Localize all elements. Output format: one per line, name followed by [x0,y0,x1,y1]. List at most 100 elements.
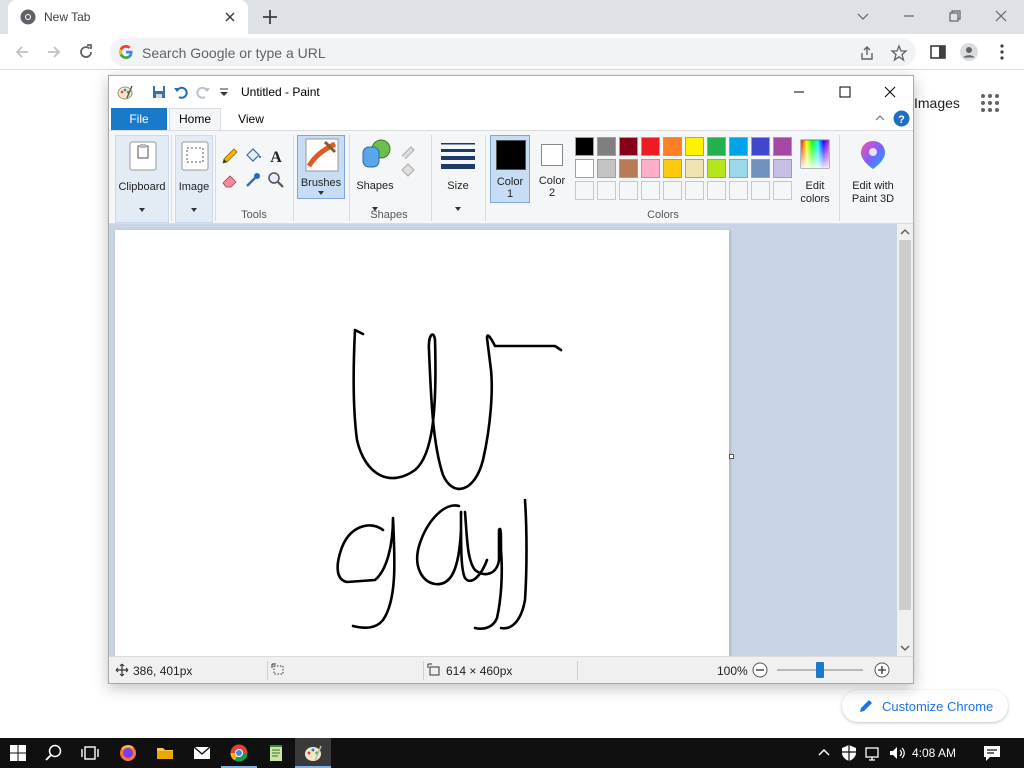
palette-swatch[interactable] [575,159,594,178]
palette-swatch[interactable] [729,159,748,178]
restore-button[interactable] [945,6,965,26]
size-button[interactable]: Size [437,135,479,223]
paint-taskbar-icon[interactable] [303,743,323,763]
share-icon[interactable] [858,44,876,62]
customize-qat-icon[interactable] [216,84,232,100]
custom-color-slot[interactable] [663,181,682,200]
tab-view[interactable]: View [225,108,277,130]
edit-with-paint3d-button[interactable]: Edit with Paint 3D [843,135,903,223]
tab-home[interactable]: Home [169,108,221,130]
firefox-icon[interactable] [118,743,138,763]
custom-color-slot[interactable] [773,181,792,200]
forward-button[interactable] [44,42,64,62]
custom-color-slot[interactable] [751,181,770,200]
palette-swatch[interactable] [751,137,770,156]
side-panel-icon[interactable] [928,42,948,62]
help-icon[interactable]: ? [893,110,910,127]
customize-chrome-button[interactable]: Customize Chrome [842,690,1008,722]
outline-icon[interactable] [399,141,417,159]
palette-swatch[interactable] [619,137,638,156]
scroll-down-icon[interactable] [900,643,910,653]
taskbar-clock[interactable]: 4:08 AM [912,746,956,760]
omnibox[interactable]: Search Google or type a URL [110,38,916,66]
profile-avatar-icon[interactable] [959,42,979,62]
palette-swatch[interactable] [663,159,682,178]
palette-swatch[interactable] [619,159,638,178]
custom-color-slot[interactable] [685,181,704,200]
minimize-ribbon-icon[interactable] [874,112,886,124]
color2-button[interactable]: Color 2 [533,135,571,203]
custom-color-slot[interactable] [619,181,638,200]
palette-swatch[interactable] [575,137,594,156]
vertical-scrollbar[interactable] [897,224,913,656]
images-link[interactable]: Images [914,95,960,111]
eraser-icon[interactable] [221,171,239,189]
custom-color-slot[interactable] [729,181,748,200]
palette-swatch[interactable] [641,159,660,178]
palette-swatch[interactable] [597,159,616,178]
scrollbar-thumb[interactable] [899,240,911,610]
zoom-slider-thumb[interactable] [816,662,824,678]
palette-swatch[interactable] [773,159,792,178]
chrome-taskbar-icon[interactable] [229,743,249,763]
new-tab-button[interactable] [260,7,280,27]
pencil-tool-icon[interactable] [221,147,239,165]
edit-colors-button[interactable]: Edit colors [795,135,835,223]
bookmark-star-icon[interactable] [890,44,908,62]
palette-swatch[interactable] [685,159,704,178]
color1-button[interactable]: Color 1 [490,135,530,203]
color-picker-icon[interactable] [244,171,262,189]
search-icon[interactable] [44,743,64,763]
palette-swatch[interactable] [707,137,726,156]
custom-color-slot[interactable] [597,181,616,200]
mail-icon[interactable] [192,743,212,763]
drawing-canvas[interactable] [115,230,729,656]
zoom-out-icon[interactable] [752,662,768,678]
apps-grid-icon[interactable] [980,93,1000,113]
text-tool-icon[interactable]: A [267,147,285,165]
more-menu-icon[interactable] [992,42,1012,62]
minimize-button[interactable] [899,6,919,26]
palette-swatch[interactable] [707,159,726,178]
volume-icon[interactable] [888,743,906,763]
undo-icon[interactable] [173,84,189,100]
back-button[interactable] [12,42,32,62]
palette-swatch[interactable] [751,159,770,178]
custom-color-slot[interactable] [641,181,660,200]
notepad-icon[interactable] [266,743,286,763]
magnifier-icon[interactable] [267,171,285,189]
palette-swatch[interactable] [773,137,792,156]
paint-maximize-button[interactable] [835,82,855,102]
chevron-down-icon[interactable] [853,6,873,26]
canvas-resize-handle[interactable] [729,454,734,459]
security-shield-icon[interactable] [840,743,858,763]
palette-swatch[interactable] [597,137,616,156]
paint-close-button[interactable] [880,82,900,102]
close-window-button[interactable] [991,6,1011,26]
paint-minimize-button[interactable] [789,82,809,102]
zoom-in-icon[interactable] [874,662,890,678]
tab-new-tab[interactable]: New Tab [8,0,248,34]
palette-swatch[interactable] [685,137,704,156]
notifications-icon[interactable] [982,743,1002,763]
fill-bucket-icon[interactable] [244,147,262,165]
shape-fill-icon[interactable] [399,161,417,179]
scroll-up-icon[interactable] [900,227,910,237]
task-view-icon[interactable] [80,743,100,763]
custom-color-slot[interactable] [575,181,594,200]
clipboard-button[interactable]: Clipboard [115,135,169,223]
save-icon[interactable] [151,84,167,100]
close-tab-icon[interactable] [222,9,238,25]
reload-button[interactable] [76,42,96,62]
brushes-button[interactable]: Brushes [297,135,345,199]
windows-start-icon[interactable] [8,743,28,763]
palette-swatch[interactable] [729,137,748,156]
show-hidden-icons-icon[interactable] [816,743,832,763]
network-icon[interactable] [864,743,882,763]
image-button[interactable]: Image [175,135,213,223]
redo-icon[interactable] [195,84,211,100]
palette-swatch[interactable] [641,137,660,156]
palette-swatch[interactable] [663,137,682,156]
custom-color-slot[interactable] [707,181,726,200]
tab-file[interactable]: File [111,108,167,130]
